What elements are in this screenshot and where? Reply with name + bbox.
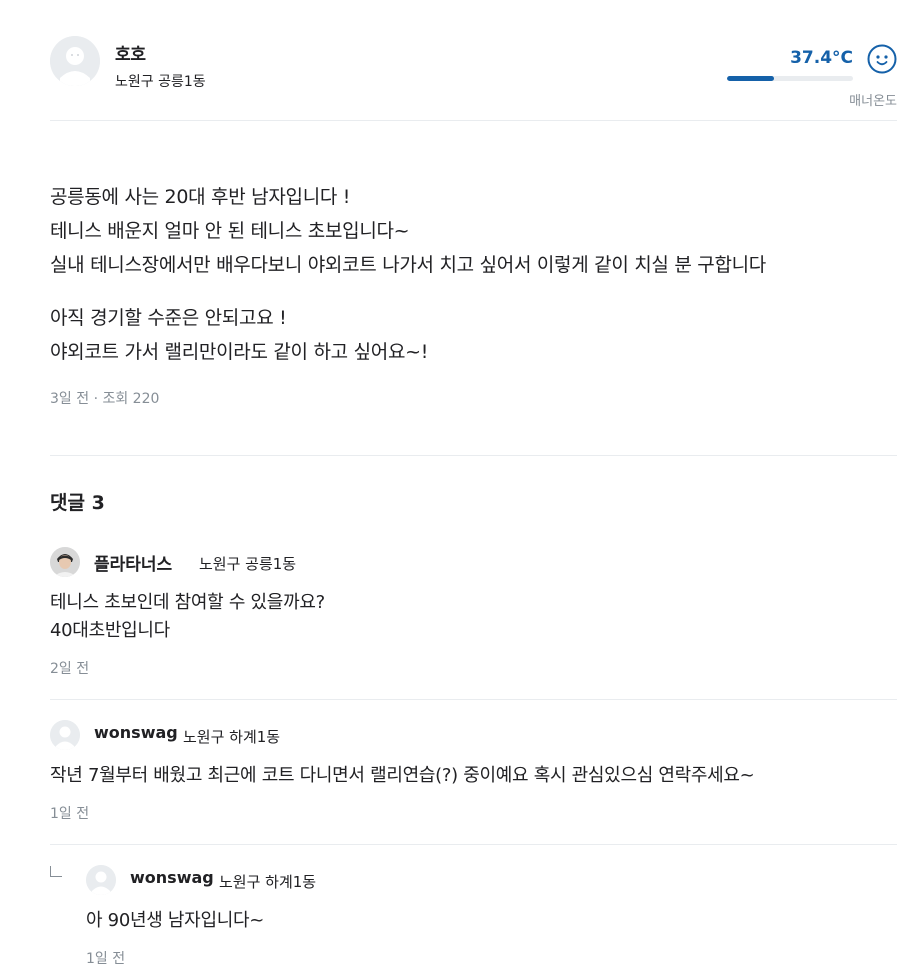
smile-face-icon (867, 44, 897, 74)
reply-item: wonswag 노원구 하계1동 아 90년생 남자입니다~ 1일 전 (86, 865, 897, 975)
reply-indicator-icon (50, 866, 62, 877)
comment-time: 1일 전 (86, 951, 126, 967)
default-avatar-icon[interactable] (86, 865, 116, 895)
author-nickname[interactable]: 호호 (115, 40, 146, 65)
article-line: 공릉동에 사는 20대 후반 남자입니다 ! (50, 186, 351, 208)
manner-temperature[interactable]: 37.4°C 매너온도 (717, 42, 897, 112)
comment-text: 테니스 초보인데 참여할 수 있을까요? 40대초반입니다 (50, 589, 325, 645)
author-profile: 호호 노원구 공릉1동 37.4°C 매너온도 (50, 36, 897, 121)
comment-line: 아 90년생 남자입니다~ (86, 910, 265, 931)
article-line: 야외코트 가서 랠리만이라도 같이 하고 싶어요~! (50, 341, 429, 363)
manner-temp-value: 37.4°C (790, 48, 853, 68)
comment-time: 1일 전 (50, 806, 90, 822)
comment-nickname[interactable]: 플라타너스 (94, 550, 172, 575)
article-line: 테니스 배운지 얼마 안 된 테니스 초보입니다~ (50, 220, 410, 242)
comment-time: 2일 전 (50, 661, 90, 677)
article-meta: 3일 전 · 조회 220 (50, 391, 160, 407)
divider (50, 455, 897, 456)
comment-line: 테니스 초보인데 참여할 수 있을까요? (50, 592, 325, 613)
comment-item: wonswag 노원구 하계1동 작년 7월부터 배웠고 최근에 코트 다니면서… (50, 720, 897, 845)
comment-nickname[interactable]: wonswag (130, 868, 214, 887)
user-avatar-photo[interactable] (50, 547, 80, 577)
comment-item: 플라타너스 노원구 공릉1동 테니스 초보인데 참여할 수 있을까요? 40대초… (50, 547, 897, 700)
comment-nickname[interactable]: wonswag (94, 723, 178, 742)
article-line: 아직 경기할 수준은 안되고요 ! (50, 307, 287, 329)
manner-temp-bar (727, 76, 853, 81)
comments-title: 댓글 3 (50, 492, 105, 514)
comment-text: 아 90년생 남자입니다~ (86, 907, 264, 935)
manner-temp-label: 매너온도 (849, 94, 897, 109)
author-region: 노원구 공릉1동 (115, 74, 206, 90)
article-line: 실내 테니스장에서만 배우다보니 야외코트 나가서 치고 싶어서 이렇게 같이 … (50, 254, 766, 276)
comment-text: 작년 7월부터 배웠고 최근에 코트 다니면서 랠리연습(?) 중이예요 혹시 … (50, 762, 755, 790)
comment-region: 노원구 공릉1동 (199, 555, 297, 573)
article-paragraph: 아직 경기할 수준은 안되고요 ! 야외코트 가서 랠리만이라도 같이 하고 싶… (50, 301, 897, 369)
default-avatar-icon[interactable] (50, 720, 80, 750)
default-avatar-icon[interactable] (50, 36, 100, 86)
manner-temp-fill (727, 76, 774, 81)
article-body: 공릉동에 사는 20대 후반 남자입니다 ! 테니스 배운지 얼마 안 된 테니… (50, 180, 897, 408)
comment-region: 노원구 하계1동 (183, 728, 281, 746)
article-paragraph: 공릉동에 사는 20대 후반 남자입니다 ! 테니스 배운지 얼마 안 된 테니… (50, 180, 897, 282)
comment-region: 노원구 하계1동 (219, 873, 317, 891)
comment-line: 작년 7월부터 배웠고 최근에 코트 다니면서 랠리연습(?) 중이예요 혹시 … (50, 765, 755, 786)
comment-line: 40대초반입니다 (50, 620, 170, 641)
